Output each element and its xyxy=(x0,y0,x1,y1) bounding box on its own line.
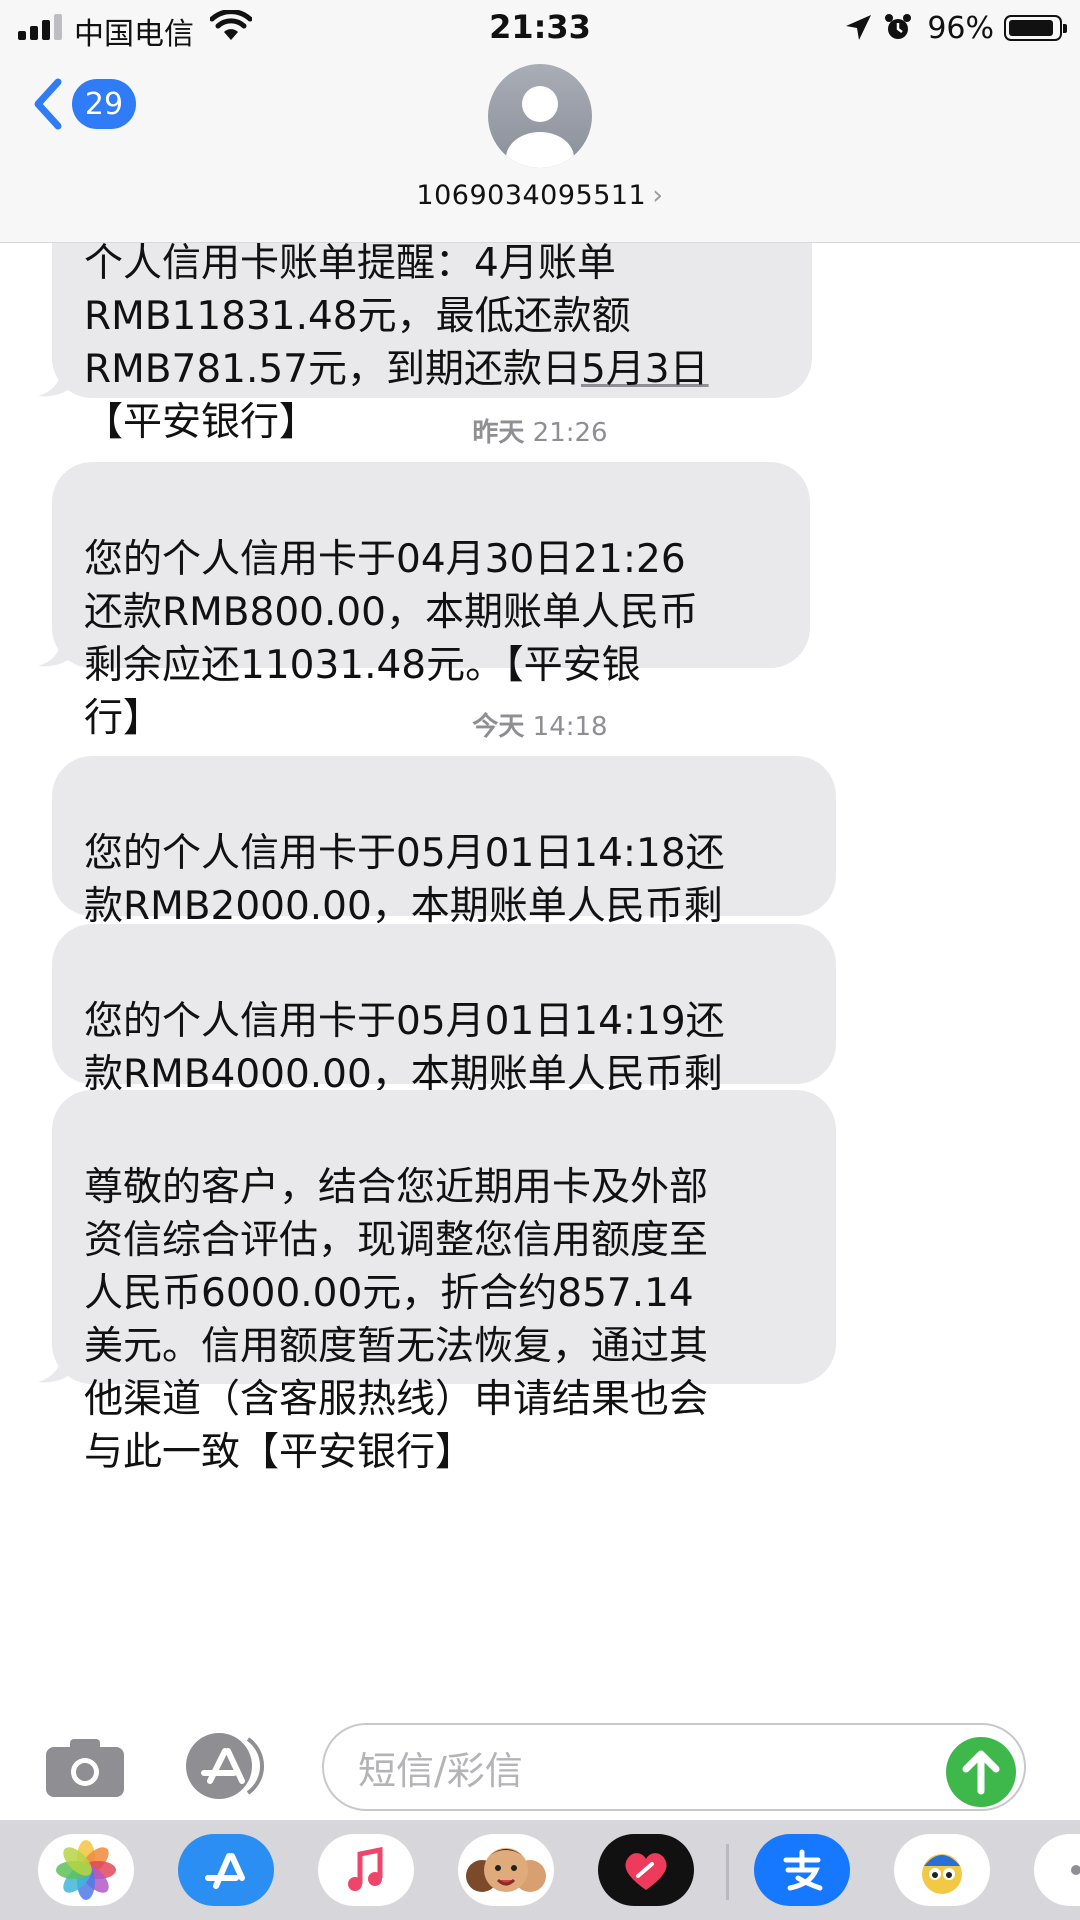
message-text: 个人信用卡账单提醒：4月账单 RMB11831.48元，最低还款额 RMB781… xyxy=(84,241,631,392)
date-link[interactable]: 5月3日 xyxy=(581,347,709,392)
alarm-clock-icon xyxy=(885,14,912,39)
timestamp-day: 昨天 xyxy=(472,418,525,448)
battery-icon xyxy=(1004,15,1067,41)
memoji-icon[interactable] xyxy=(458,1834,554,1906)
contact-avatar[interactable] xyxy=(488,64,592,168)
message-input[interactable]: 短信/彩信 xyxy=(322,1723,1026,1811)
alipay-icon[interactable] xyxy=(754,1834,850,1906)
message-text: 尊敬的客户，结合您近期用卡及外部 资信综合评估，现调整您信用额度至 人民币600… xyxy=(84,1165,709,1475)
status-bar: 中国电信 21:33 96% xyxy=(0,0,1080,56)
bubble-tail xyxy=(36,364,76,398)
conversation-header: 29 1069034095511 › xyxy=(0,56,1080,243)
bubble-tail xyxy=(36,634,76,668)
timestamp: 今天 14:18 xyxy=(0,706,1080,743)
photos-icon[interactable] xyxy=(38,1834,134,1906)
contact-name[interactable]: 1069034095511 › xyxy=(0,180,1080,211)
message-thread[interactable]: 个人信用卡账单提醒：4月账单 RMB11831.48元，最低还款额 RMB781… xyxy=(0,190,1080,1715)
heart-app-icon[interactable] xyxy=(598,1834,694,1906)
more-apps-icon[interactable] xyxy=(1034,1834,1080,1906)
compose-bar: 短信/彩信 xyxy=(0,1715,1080,1820)
contact-number: 1069034095511 xyxy=(416,180,647,211)
camera-icon[interactable] xyxy=(44,1735,126,1799)
battery-percentage: 96% xyxy=(927,10,994,46)
unread-count-badge: 29 xyxy=(72,79,136,129)
arrow-up-icon xyxy=(962,1750,1000,1795)
back-button[interactable]: 29 xyxy=(30,76,136,132)
app-store-icon[interactable] xyxy=(178,1834,274,1906)
music-icon[interactable] xyxy=(318,1834,414,1906)
message-bubble[interactable]: 您的个人信用卡于05月01日14:19还 款RMB4000.00，本期账单人民币… xyxy=(52,924,836,1150)
send-button[interactable] xyxy=(946,1737,1016,1807)
message-bubble[interactable]: 您的个人信用卡于05月01日14:18还 款RMB2000.00，本期账单人民币… xyxy=(52,756,836,982)
drawer-divider xyxy=(726,1844,729,1900)
chevron-right-icon: › xyxy=(652,180,664,211)
message-bubble[interactable]: 尊敬的客户，结合您近期用卡及外部 资信综合评估，现调整您信用额度至 人民币600… xyxy=(52,1090,836,1475)
timestamp-time: 21:26 xyxy=(532,418,608,448)
timestamp-day: 今天 xyxy=(472,712,525,742)
location-arrow-icon xyxy=(846,15,872,40)
cartoon-app-icon[interactable] xyxy=(894,1834,990,1906)
message-bubble[interactable]: 您的个人信用卡于04月30日21:26 还款RMB800.00，本期账单人民币 … xyxy=(52,462,810,741)
app-drawer xyxy=(0,1820,1080,1920)
message-input-placeholder: 短信/彩信 xyxy=(358,1748,523,1793)
chevron-left-icon xyxy=(34,78,62,130)
app-store-button-icon[interactable] xyxy=(182,1731,274,1801)
timestamp-time: 14:18 xyxy=(532,712,608,742)
person-silhouette-icon xyxy=(506,86,574,168)
bubble-tail xyxy=(36,1350,76,1384)
timestamp: 昨天 21:26 xyxy=(0,412,1080,449)
